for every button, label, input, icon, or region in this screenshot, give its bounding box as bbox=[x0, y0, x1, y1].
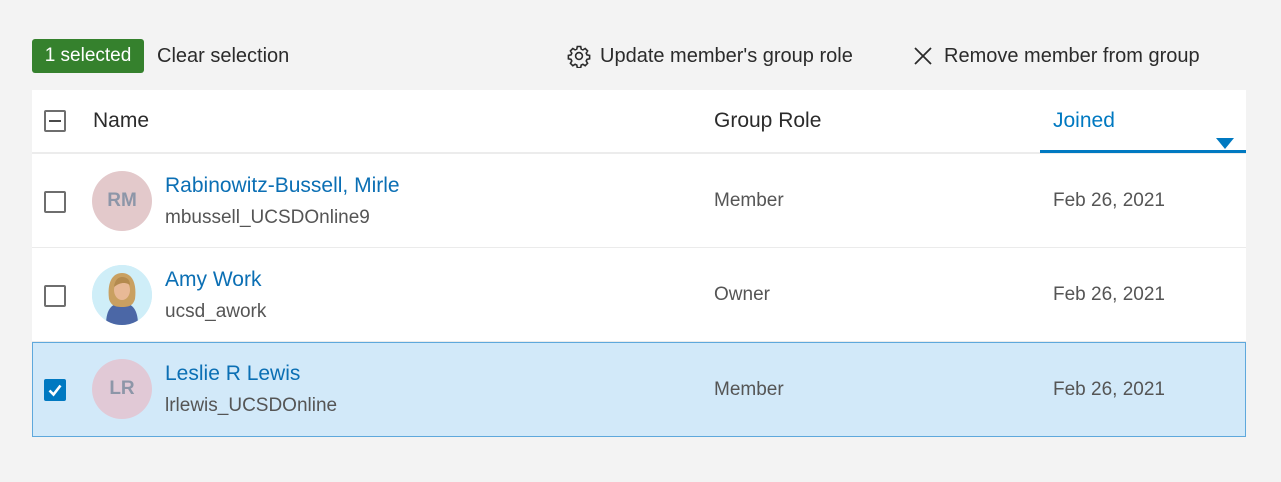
member-name-link[interactable]: Rabinowitz-Bussell, Mirle bbox=[165, 174, 400, 198]
person-photo-icon bbox=[92, 265, 152, 325]
avatar bbox=[92, 265, 152, 325]
avatar: LR bbox=[92, 359, 152, 419]
member-name-link[interactable]: Amy Work bbox=[165, 268, 261, 292]
remove-member-button[interactable]: Remove member from group bbox=[910, 39, 1200, 73]
clear-selection-button[interactable]: Clear selection bbox=[157, 39, 289, 73]
member-username: ucsd_awork bbox=[165, 301, 267, 322]
select-all-checkbox[interactable] bbox=[44, 110, 66, 132]
gear-icon bbox=[566, 43, 592, 69]
update-role-label: Update member's group role bbox=[600, 44, 853, 67]
column-header-name[interactable]: Name bbox=[93, 90, 149, 152]
member-role: Owner bbox=[714, 284, 770, 305]
checkmark-icon bbox=[48, 384, 62, 397]
table-row[interactable]: Amy Work ucsd_awork Owner Feb 26, 2021 bbox=[32, 248, 1246, 342]
member-joined-date: Feb 26, 2021 bbox=[1053, 379, 1165, 400]
member-joined-date: Feb 26, 2021 bbox=[1053, 190, 1165, 211]
avatar-initials: LR bbox=[109, 378, 135, 399]
member-name-link[interactable]: Leslie R Lewis bbox=[165, 362, 300, 386]
avatar-initials: RM bbox=[107, 190, 137, 211]
remove-member-label: Remove member from group bbox=[944, 44, 1200, 67]
table-row[interactable]: RM Rabinowitz-Bussell, Mirle mbussell_UC… bbox=[32, 154, 1246, 248]
avatar: RM bbox=[92, 171, 152, 231]
row-checkbox[interactable] bbox=[44, 191, 66, 213]
row-checkbox[interactable] bbox=[44, 379, 66, 401]
table-row[interactable]: LR Leslie R Lewis lrlewis_UCSDOnline Mem… bbox=[32, 342, 1246, 437]
table-header: Name Group Role Joined bbox=[32, 90, 1246, 154]
selected-count-badge: 1 selected bbox=[32, 39, 144, 73]
column-header-group-role[interactable]: Group Role bbox=[714, 90, 821, 152]
column-header-joined[interactable]: Joined bbox=[1040, 90, 1246, 153]
member-role: Member bbox=[714, 190, 784, 211]
column-header-joined-label: Joined bbox=[1053, 109, 1115, 132]
members-table: Name Group Role Joined RM Rabinowitz-Bus… bbox=[32, 90, 1246, 437]
member-role: Member bbox=[714, 379, 784, 400]
member-joined-date: Feb 26, 2021 bbox=[1053, 284, 1165, 305]
member-username: mbussell_UCSDOnline9 bbox=[165, 207, 370, 228]
selection-toolbar: 1 selected Clear selection Update member… bbox=[32, 39, 1246, 73]
row-checkbox[interactable] bbox=[44, 285, 66, 307]
member-username: lrlewis_UCSDOnline bbox=[165, 395, 338, 416]
close-icon bbox=[910, 43, 936, 69]
update-role-button[interactable]: Update member's group role bbox=[566, 39, 853, 73]
